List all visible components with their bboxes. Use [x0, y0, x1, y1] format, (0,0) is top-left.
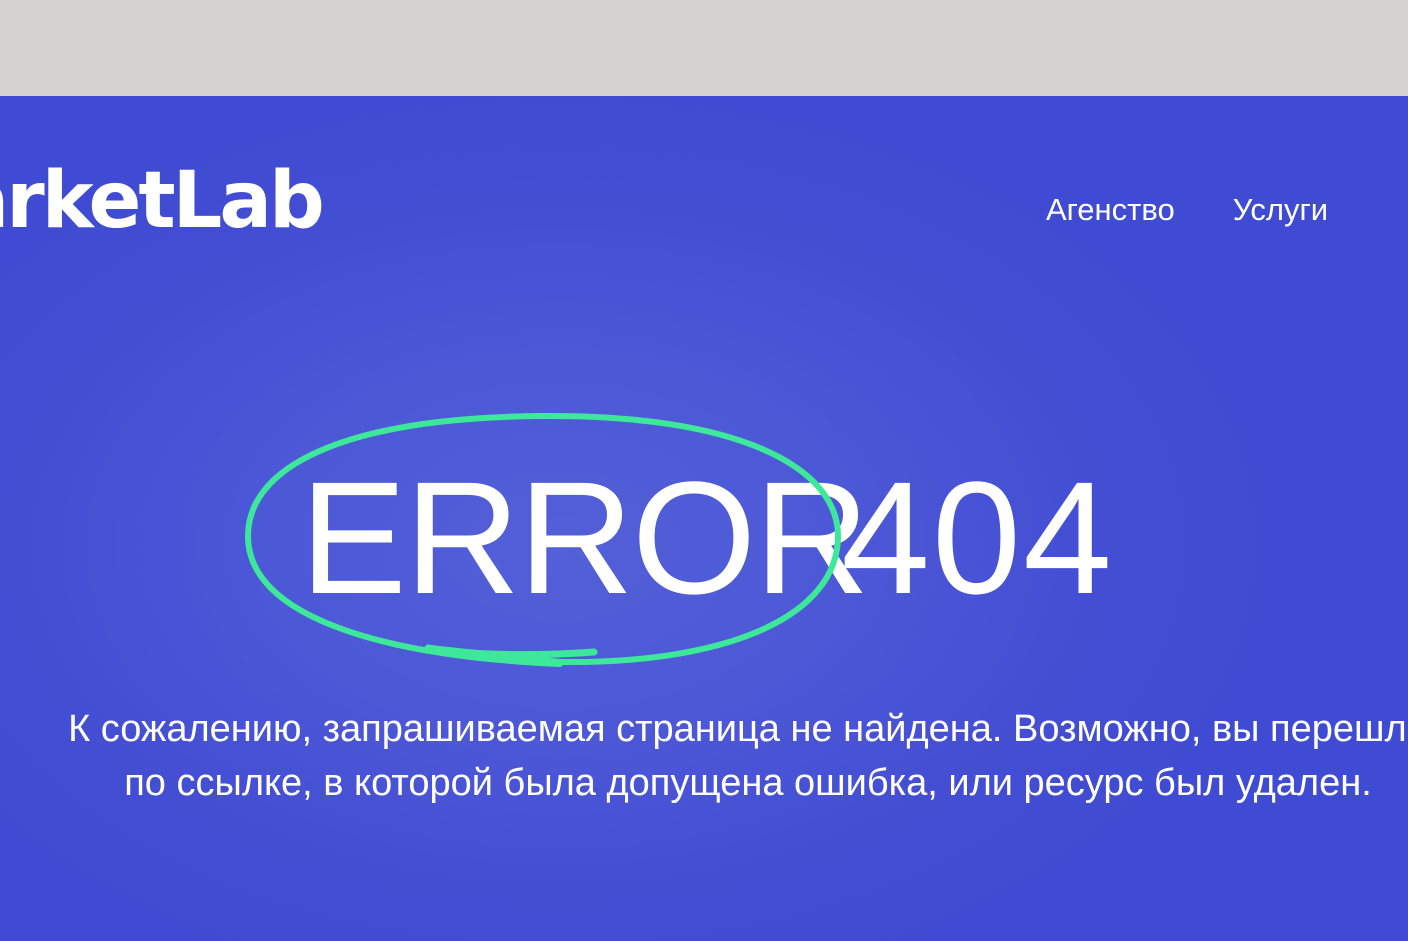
- error-message: К сожалению, запрашиваемая страница не н…: [0, 702, 1408, 810]
- error-code: 404: [841, 448, 1114, 627]
- hero-section: MarketLab Агенство Услуги ERROR 404 К со…: [0, 96, 1408, 941]
- nav-item-services[interactable]: Услуги: [1233, 194, 1328, 225]
- logo[interactable]: MarketLab: [0, 162, 325, 240]
- error-message-line: по ссылке, в которой была допущена ошибк…: [124, 762, 1372, 804]
- error-message-line: К сожалению, запрашиваемая страница не н…: [68, 708, 1408, 750]
- nav-item-agency[interactable]: Агенство: [1046, 194, 1175, 225]
- browser-top-bar: [0, 0, 1408, 96]
- error-heading: ERROR 404: [0, 448, 1408, 627]
- main-nav: Агенство Услуги: [1046, 194, 1328, 225]
- error-word: ERROR: [300, 448, 870, 627]
